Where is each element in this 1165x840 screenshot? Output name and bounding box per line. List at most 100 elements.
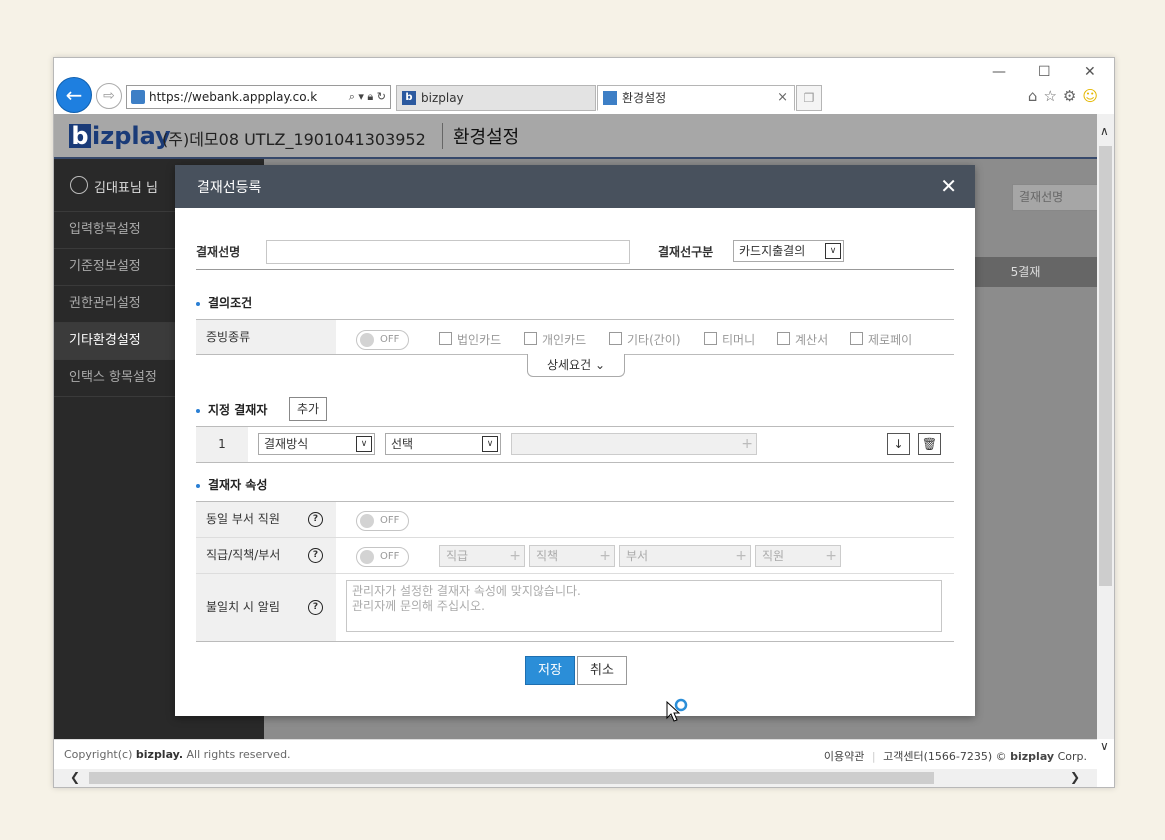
support-link[interactable]: 고객센터(1566-7235) — [883, 750, 992, 763]
grade-field[interactable]: 직급 + — [439, 545, 525, 567]
dialog-title: 결재선등록 — [197, 180, 262, 196]
plus-icon[interactable]: + — [735, 546, 747, 566]
address-tools: ⌕ ▾ 🔒︎ ↻ — [349, 86, 386, 108]
footer-links: 이용약관 | 고객센터(1566-7235) © bizplay Corp. — [823, 750, 1087, 763]
divider — [196, 426, 954, 427]
toggle-knob — [360, 550, 374, 564]
vertical-scrollbar[interactable]: ∧ ∨ — [1097, 114, 1114, 753]
checkbox-personal-card[interactable]: 개인카드 — [524, 331, 586, 348]
line-name-label: 결재선명 — [196, 245, 241, 259]
arrow-down-icon: ↓ — [893, 437, 904, 451]
plus-icon[interactable]: + — [741, 434, 753, 454]
address-bar[interactable]: https://webank.appplay.co.kr/er ⌕ ▾ 🔒︎ ↻ — [126, 85, 391, 109]
title-field[interactable]: 직책 + — [529, 545, 615, 567]
message-line: 관리자가 설정한 결재자 속성에 맞지않습니다. — [352, 584, 581, 598]
settings-favicon-icon — [603, 91, 617, 105]
evidence-type-label: 증빙종류 — [196, 320, 336, 355]
star-icon[interactable]: ☆ — [1043, 87, 1062, 105]
approvers-section-title: 지정 결재자 — [196, 401, 267, 418]
close-icon[interactable]: ✕ — [940, 174, 957, 198]
plus-icon[interactable]: + — [599, 546, 611, 566]
employee-field[interactable]: 직원 + — [755, 545, 841, 567]
company-name: (주)데모08 UTLZ_1901041303952 — [162, 130, 426, 149]
toggle-knob — [360, 514, 374, 528]
arrow-left-icon: ← — [65, 83, 83, 107]
checkbox-tmoney[interactable]: 티머니 — [704, 331, 755, 348]
approver-select[interactable]: 선택 ∨ — [385, 433, 501, 455]
cancel-button[interactable]: 취소 — [577, 656, 627, 685]
user-icon — [70, 176, 88, 194]
approval-method-value: 결재방식 — [264, 437, 309, 451]
divider — [196, 462, 954, 463]
checkbox-zeropay[interactable]: 제로페이 — [850, 331, 912, 348]
approval-line-dialog: 결재선등록 ✕ 결재선명 결재선구분 카드지출결의 ∨ 결의조건 증빙종류 OF… — [175, 165, 975, 716]
page-footer: Copyright(c) bizplay. All rights reserve… — [54, 739, 1097, 770]
tab-label: 환경설정 — [622, 91, 667, 105]
scrollbar-thumb[interactable] — [89, 772, 934, 784]
new-tab-icon: ❐ — [803, 91, 815, 105]
arrow-right-icon: ⇨ — [103, 88, 115, 104]
chevron-down-icon[interactable]: ∨ — [1100, 739, 1109, 753]
approver-row-number: 1 — [196, 427, 248, 462]
line-type-value: 카드지출결의 — [739, 244, 806, 258]
detail-conditions-button[interactable]: 상세요건 ⌄ — [527, 354, 625, 377]
forward-button[interactable]: ⇨ — [96, 83, 122, 109]
gear-icon[interactable]: ⚙ — [1063, 87, 1082, 105]
help-icon[interactable]: ? — [308, 548, 323, 563]
address-url: https://webank.appplay.co.kr/er — [149, 90, 317, 104]
line-type-select[interactable]: 카드지출결의 ∨ — [733, 240, 844, 262]
back-button[interactable]: ← — [56, 77, 92, 113]
chevron-down-icon: ∨ — [825, 243, 841, 259]
chevron-left-icon[interactable]: ❮ — [70, 770, 80, 784]
terms-link[interactable]: 이용약관 — [824, 750, 864, 763]
conditions-section-title: 결의조건 — [196, 294, 252, 311]
help-icon[interactable]: ? — [308, 600, 323, 615]
refresh-icon[interactable]: ↻ — [377, 90, 386, 103]
department-field[interactable]: 부서 + — [619, 545, 751, 567]
mouse-cursor-icon — [666, 698, 688, 722]
checkbox-invoice[interactable]: 계산서 — [777, 331, 828, 348]
divider — [196, 269, 954, 270]
evidence-toggle[interactable]: OFF — [356, 330, 409, 350]
help-icon[interactable]: ? — [308, 512, 323, 527]
new-tab-button[interactable]: ❐ — [796, 85, 822, 111]
same-dept-toggle[interactable]: OFF — [356, 511, 409, 531]
chevron-right-icon[interactable]: ❯ — [1070, 770, 1080, 784]
close-tab-icon[interactable]: × — [777, 86, 788, 110]
maximize-button[interactable]: ☐ — [1038, 64, 1051, 80]
approver-field[interactable]: + — [511, 433, 757, 455]
chevron-down-icon: ∨ — [482, 436, 498, 452]
move-down-button[interactable]: ↓ — [887, 433, 910, 455]
plus-icon[interactable]: + — [509, 546, 521, 566]
save-button[interactable]: 저장 — [525, 656, 575, 685]
add-approver-button[interactable]: 추가 — [289, 397, 327, 421]
smiley-icon[interactable]: ☺ — [1082, 87, 1104, 105]
trash-icon: 🗑︎ — [921, 437, 938, 451]
chevron-down-icon: ⌄ — [594, 358, 606, 372]
approval-method-select[interactable]: 결재방식 ∨ — [258, 433, 375, 455]
bizplay-logo[interactable]: b izplay — [69, 122, 171, 150]
tab-settings[interactable]: 환경설정 × — [597, 85, 795, 111]
tab-bizplay[interactable]: b bizplay — [396, 85, 596, 111]
plus-icon[interactable]: + — [825, 546, 837, 566]
scrollbar-thumb[interactable] — [1099, 146, 1112, 586]
dropdown-icon[interactable]: ▾ — [358, 90, 364, 103]
close-window-button[interactable]: ✕ — [1084, 64, 1096, 80]
chevron-down-icon: ∨ — [356, 436, 372, 452]
chevron-up-icon[interactable]: ∧ — [1100, 124, 1109, 138]
position-toggle[interactable]: OFF — [356, 547, 409, 567]
page-title: 환경설정 — [442, 123, 519, 149]
delete-button[interactable]: 🗑︎ — [918, 433, 941, 455]
home-icon[interactable]: ⌂ — [1028, 87, 1044, 105]
approver-select-value: 선택 — [391, 437, 414, 451]
line-name-input[interactable] — [266, 240, 630, 264]
line-name-search-input[interactable]: 결재선명 — [1012, 184, 1097, 211]
minimize-button[interactable]: — — [992, 64, 1006, 80]
checkbox-corporate-card[interactable]: 법인카드 — [439, 331, 501, 348]
checkbox-other-simple[interactable]: 기타(간이) — [609, 331, 681, 348]
toggle-state: OFF — [380, 551, 400, 562]
search-icon[interactable]: ⌕ — [349, 90, 355, 103]
toggle-state: OFF — [380, 515, 400, 526]
mismatch-message-textarea[interactable]: 관리자가 설정한 결재자 속성에 맞지않습니다. 관리자께 문의해 주십시오. — [346, 580, 942, 632]
horizontal-scrollbar[interactable]: ❮ ❯ — [54, 769, 1097, 787]
